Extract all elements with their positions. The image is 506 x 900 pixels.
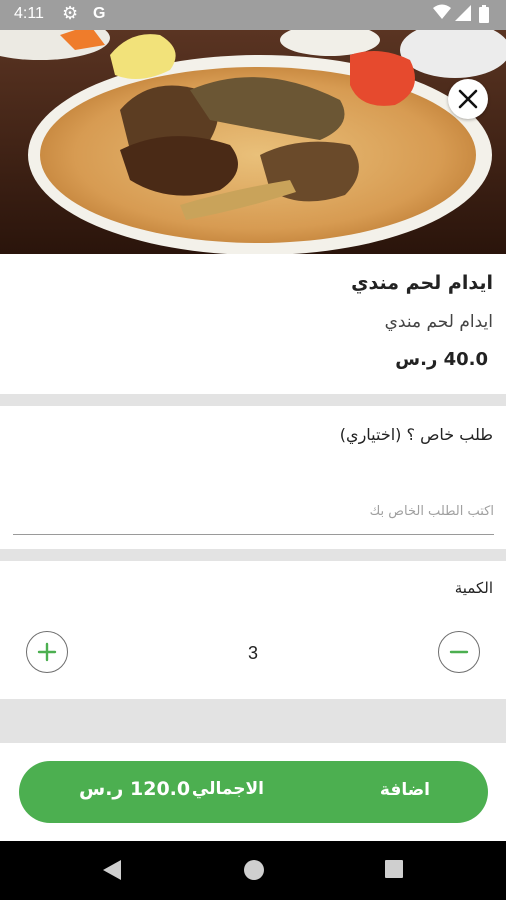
product-description: ايدام لحم مندي bbox=[384, 312, 493, 332]
quantity-label: الكمية bbox=[454, 579, 493, 597]
product-price: 40.0 ر.س bbox=[395, 349, 488, 370]
status-time: 4:11 bbox=[14, 5, 44, 22]
section-divider bbox=[0, 699, 506, 743]
google-icon: G bbox=[93, 5, 106, 22]
special-request-section: طلب خاص ؟ (اختياري) bbox=[0, 406, 506, 549]
section-divider bbox=[0, 394, 506, 406]
decrease-quantity-button[interactable] bbox=[438, 631, 480, 673]
product-info: ايدام لحم مندي ايدام لحم مندي 40.0 ر.س bbox=[0, 254, 506, 394]
section-divider bbox=[0, 549, 506, 561]
wifi-icon bbox=[433, 4, 451, 19]
add-to-cart-button[interactable]: اضافة الاجمالي 120.0 ر.س bbox=[19, 761, 488, 823]
footer: اضافة الاجمالي 120.0 ر.س bbox=[0, 743, 506, 841]
signal-icon bbox=[455, 5, 471, 21]
add-label: اضافة bbox=[379, 780, 430, 800]
gear-icon: ⚙ bbox=[62, 3, 79, 24]
quantity-section: الكمية 3 bbox=[0, 561, 506, 699]
quantity-value: 3 bbox=[247, 643, 258, 663]
close-icon bbox=[458, 89, 478, 109]
minus-icon bbox=[449, 650, 469, 654]
special-request-input[interactable] bbox=[13, 488, 494, 535]
total-label: الاجمالي bbox=[191, 779, 264, 799]
back-icon[interactable] bbox=[102, 859, 122, 881]
special-request-label: طلب خاص ؟ (اختياري) bbox=[339, 425, 493, 444]
product-title: ايدام لحم مندي bbox=[351, 272, 493, 294]
total-value: 120.0 ر.س bbox=[79, 778, 191, 800]
navigation-bar bbox=[0, 841, 506, 900]
close-button[interactable] bbox=[448, 79, 488, 119]
plus-icon bbox=[37, 642, 57, 662]
status-bar: 4:11 ⚙ G bbox=[0, 0, 506, 30]
food-image bbox=[0, 30, 506, 254]
increase-quantity-button[interactable] bbox=[26, 631, 68, 673]
home-icon[interactable] bbox=[243, 859, 265, 881]
hero-image bbox=[0, 30, 506, 254]
battery-icon bbox=[479, 5, 489, 23]
recents-icon[interactable] bbox=[384, 859, 404, 879]
